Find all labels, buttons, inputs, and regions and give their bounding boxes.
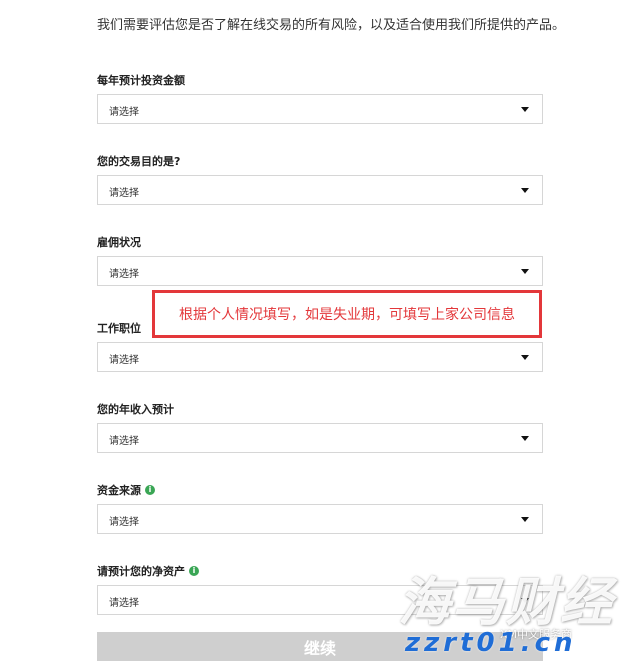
label-net-worth: 请预计您的净资产 i [97, 563, 199, 579]
caret-down-icon [521, 269, 529, 274]
label-annual-investment-text: 每年预计投资金额 [97, 74, 185, 87]
select-employment-status[interactable]: 请选择 [97, 256, 543, 286]
label-net-worth-text: 请预计您的净资产 [97, 565, 185, 578]
select-value: 请选择 [109, 188, 139, 199]
label-trading-purpose: 您的交易目的是? [97, 153, 180, 169]
label-source-of-funds: 资金来源 i [97, 482, 155, 498]
watermark-brand: 海马财经 [398, 573, 615, 633]
caret-down-icon [521, 517, 529, 522]
select-trading-purpose[interactable]: 请选择 [97, 175, 543, 205]
label-annual-investment: 每年预计投资金额 [97, 72, 185, 88]
select-value: 请选择 [109, 355, 139, 366]
select-source-of-funds[interactable]: 请选择 [97, 504, 543, 534]
label-employment-status-text: 雇佣状况 [97, 236, 141, 249]
label-trading-purpose-text: 您的交易目的是? [97, 155, 181, 168]
select-job-position[interactable]: 请选择 [97, 342, 543, 372]
caret-down-icon [521, 436, 529, 441]
label-employment-status: 雇佣状况 [97, 234, 141, 250]
label-annual-income: 您的年收入预计 [97, 401, 174, 417]
info-icon[interactable]: i [189, 566, 199, 576]
intro-text: 我们需要评估您是否了解在线交易的所有风险，以及适合使用我们所提供的产品。 [97, 18, 566, 33]
watermark-url: zzrt01.cn [405, 628, 577, 658]
caret-down-icon [521, 355, 529, 360]
select-annual-income[interactable]: 请选择 [97, 423, 543, 453]
select-annual-investment[interactable]: 请选择 [97, 94, 543, 124]
select-value: 请选择 [109, 436, 139, 447]
label-annual-income-text: 您的年收入预计 [97, 403, 174, 416]
label-source-of-funds-text: 资金来源 [97, 484, 141, 497]
select-value: 请选择 [109, 598, 139, 609]
annotation-callout: 根据个人情况填写，如是失业期，可填写上家公司信息 [152, 290, 542, 338]
select-value: 请选择 [109, 269, 139, 280]
label-job-position-text: 工作职位 [97, 322, 141, 335]
info-icon[interactable]: i [145, 485, 155, 495]
caret-down-icon [521, 188, 529, 193]
label-job-position: 工作职位 [97, 320, 141, 336]
select-value: 请选择 [109, 517, 139, 528]
caret-down-icon [521, 107, 529, 112]
annotation-callout-text: 根据个人情况填写，如是失业期，可填写上家公司信息 [179, 307, 515, 323]
select-value: 请选择 [109, 107, 139, 118]
